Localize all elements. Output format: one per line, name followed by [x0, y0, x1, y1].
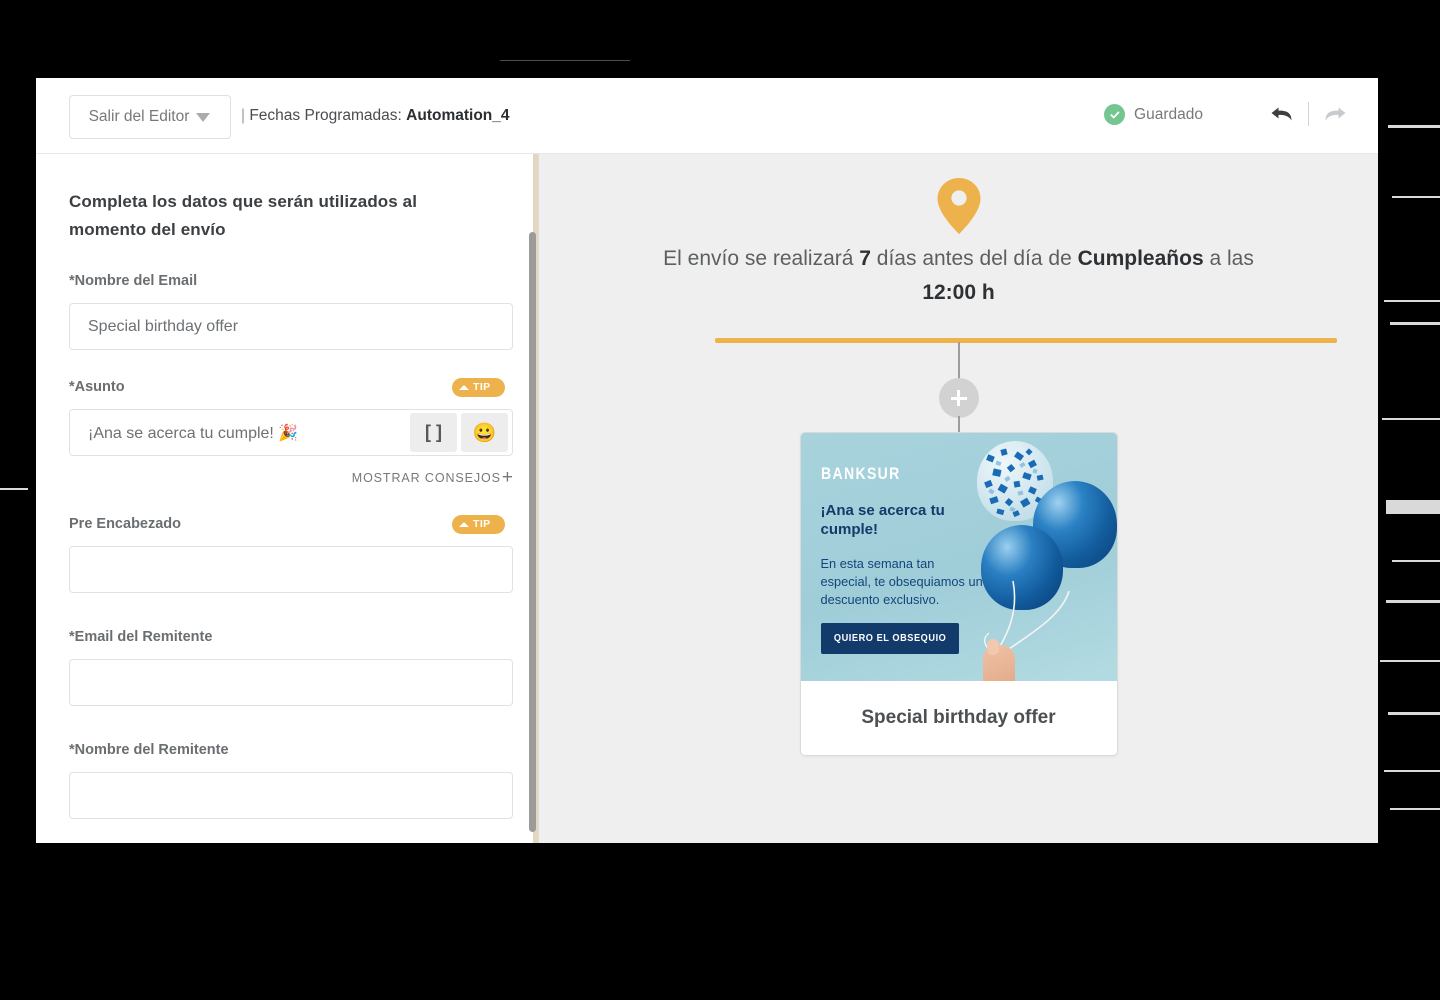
backdrop-noise — [1388, 712, 1440, 715]
backdrop-noise — [500, 60, 630, 61]
field-label-row: Pre Encabezado TIP — [69, 513, 505, 535]
backdrop-noise — [1384, 770, 1440, 772]
preheader-input[interactable] — [69, 546, 513, 594]
breadcrumb: | Fechas Programadas: Automation_4 — [241, 107, 510, 125]
saved-status-label: Guardado — [1134, 105, 1203, 123]
field-pre-encabezado: Pre Encabezado TIP — [69, 513, 513, 594]
field-nombre-del-email: *Nombre del Email — [69, 270, 513, 351]
creative-headline: ¡Ana se acerca tu cumple! — [820, 502, 945, 539]
editor-body: Completa los datos que serán utilizados … — [36, 154, 1378, 843]
field-nombre-del-remitente: *Nombre del Remitente — [69, 739, 513, 820]
plus-icon: + — [501, 467, 513, 489]
tip-badge-asunto[interactable]: TIP — [452, 377, 505, 397]
automation-preview-panel: El envío se realizará 7 días antes del d… — [538, 154, 1378, 843]
schedule-time: 12:00 h — [922, 281, 995, 305]
exit-editor-button[interactable]: Salir del Editor — [69, 95, 231, 139]
sender-email-input[interactable] — [69, 659, 513, 707]
backdrop-noise — [1388, 125, 1440, 128]
backdrop-noise — [1386, 600, 1440, 603]
screenshot-root: Salir del Editor | Fechas Programadas: A… — [0, 0, 1440, 1000]
tip-badge-label: TIP — [473, 381, 491, 394]
chevron-down-icon — [196, 112, 210, 122]
backdrop-noise — [1382, 418, 1440, 420]
schedule-prefix: El envío se realizará — [663, 247, 860, 270]
subject-input[interactable]: ¡Ana se acerca tu cumple! 🎉 — [70, 423, 410, 443]
email-name-input[interactable] — [69, 303, 513, 351]
sender-name-input[interactable] — [69, 772, 513, 820]
field-label: Pre Encabezado — [69, 516, 182, 533]
field-label-row: *Asunto TIP — [69, 376, 505, 398]
hand-holding-balloons — [982, 639, 1015, 681]
schedule-suffix: a las — [1203, 247, 1254, 270]
history-divider — [1308, 102, 1309, 126]
subject-input-wrapper: ¡Ana se acerca tu cumple! 🎉 [ ] 😀 — [69, 409, 513, 457]
backdrop-noise — [1384, 300, 1440, 302]
field-asunto: *Asunto TIP ¡Ana se acerca tu cumple! 🎉 … — [69, 376, 513, 487]
email-preview-card[interactable]: BANKSUR ¡Ana se acerca tu cumple! En est… — [799, 432, 1118, 756]
tip-badge-pre-encabezado[interactable]: TIP — [452, 514, 505, 534]
tip-badge-label: TIP — [473, 518, 491, 531]
field-email-del-remitente: *Email del Remitente — [69, 626, 513, 707]
schedule-event: Cumpleaños — [1077, 247, 1204, 270]
field-label: *Nombre del Remitente — [69, 742, 229, 759]
undo-arrow-icon[interactable] — [1269, 102, 1295, 126]
creative-cta-button[interactable]: QUIERO EL OBSEQUIO — [820, 623, 959, 654]
settings-form-panel: Completa los datos que serán utilizados … — [36, 154, 538, 843]
show-tips-toggle[interactable]: MOSTRAR CONSEJOS + — [69, 468, 513, 487]
redo-arrow-icon[interactable] — [1322, 102, 1348, 126]
chevron-up-icon — [459, 384, 469, 390]
map-pin-icon — [937, 178, 980, 234]
schedule-mid: días antes del día de — [870, 247, 1078, 270]
chevron-up-icon — [459, 521, 469, 527]
plus-icon — [950, 390, 967, 406]
field-label-row: *Email del Remitente — [69, 626, 505, 648]
backdrop-noise — [1390, 322, 1440, 325]
history-controls — [1269, 102, 1348, 126]
backdrop-noise — [0, 488, 28, 490]
editor-header: Salir del Editor | Fechas Programadas: A… — [36, 78, 1378, 154]
field-label-row: *Nombre del Remitente — [69, 739, 505, 761]
trigger-divider-bar — [715, 338, 1337, 343]
field-label: *Asunto — [69, 379, 125, 396]
field-label: *Email del Remitente — [69, 629, 213, 646]
exit-editor-label: Salir del Editor — [88, 108, 190, 125]
add-step-button-top[interactable] — [938, 378, 979, 418]
emoji-picker-button[interactable]: 😀 — [461, 413, 508, 453]
backdrop-noise — [1392, 560, 1440, 562]
creative-body-text: En esta semana tan especial, te obsequia… — [820, 556, 983, 608]
backdrop-noise — [1386, 500, 1440, 514]
page-title: Completa los datos que serán utilizados … — [69, 192, 418, 240]
form-scrollbar-thumb[interactable] — [529, 232, 536, 832]
field-label: *Nombre del Email — [69, 273, 198, 290]
check-circle-icon — [1104, 104, 1126, 125]
field-label-row: *Nombre del Email — [69, 270, 505, 292]
breadcrumb-label: Fechas Programadas: — [249, 107, 402, 124]
brand-logo: BANKSUR — [820, 465, 901, 483]
automation-name: Automation_4 — [406, 107, 510, 124]
saved-status: Guardado — [1104, 104, 1203, 125]
backdrop-noise — [1392, 196, 1440, 198]
schedule-days: 7 — [859, 247, 871, 270]
schedule-description: El envío se realizará 7 días antes del d… — [646, 242, 1271, 310]
breadcrumb-separator: | — [241, 107, 246, 124]
backdrop-noise — [1390, 808, 1440, 810]
app-window: Salir del Editor | Fechas Programadas: A… — [36, 78, 1378, 843]
merge-tag-button[interactable]: [ ] — [410, 413, 457, 453]
backdrop-noise — [1380, 660, 1440, 662]
email-card-caption: Special birthday offer — [861, 707, 1056, 728]
show-tips-label: MOSTRAR CONSEJOS — [351, 470, 501, 485]
email-creative-image: BANKSUR ¡Ana se acerca tu cumple! En est… — [800, 433, 1117, 681]
